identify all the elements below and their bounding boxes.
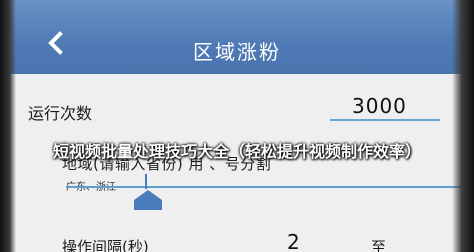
- run-count-label: 运行次数: [28, 104, 93, 123]
- app-header: 区域涨粉: [0, 0, 474, 74]
- interval-from-input[interactable]: 2: [287, 230, 300, 252]
- overlay-caption: 短视频批量处理技巧大全（轻松提升视频制作效率）: [52, 142, 421, 161]
- interval-label: 操作间隔(秒): [62, 238, 149, 252]
- region-input-underline: [66, 186, 474, 188]
- phone-screen: 区域涨粉 运行次数 3000 地域(请输入省份) 用 、号分割 操作间隔(秒) …: [0, 0, 474, 252]
- screen-edge-left: [0, 0, 16, 252]
- cursor-handle-icon[interactable]: [134, 190, 162, 210]
- region-input[interactable]: [66, 176, 426, 194]
- screen-edge-right: [452, 0, 474, 252]
- text-cursor: [145, 174, 147, 189]
- interval-to-label: 至: [371, 238, 387, 252]
- page-title: 区域涨粉: [193, 40, 281, 64]
- run-count-input[interactable]: 3000: [352, 94, 407, 118]
- run-count-underline: [330, 119, 440, 121]
